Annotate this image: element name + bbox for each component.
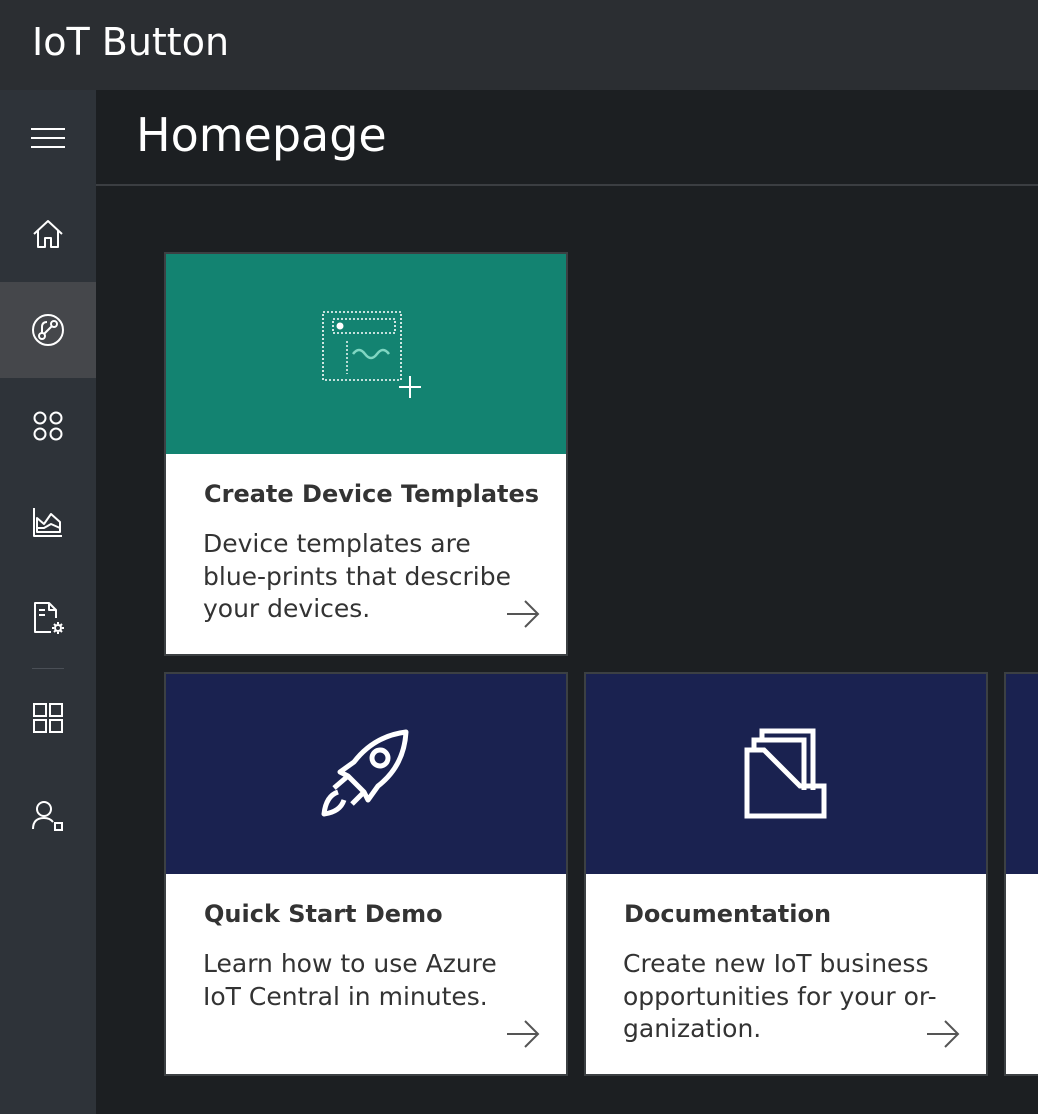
tile-title: Quick Start Demo xyxy=(204,900,443,928)
tile-description: Learn how to use Azure IoT Central in mi… xyxy=(203,949,497,1011)
sidebar-divider xyxy=(32,668,64,669)
tile-banner xyxy=(166,674,566,874)
tile-description: Create new IoT business opportunities fo… xyxy=(623,949,937,1043)
main-content: Homepage Create Device Templates Device … xyxy=(96,90,1038,1114)
tile-title: Documentation xyxy=(624,900,832,928)
tile-banner xyxy=(586,674,986,874)
nav-analytics[interactable] xyxy=(0,474,96,570)
tile-partial[interactable] xyxy=(1004,672,1038,1076)
tile-description: Device templates are blue-prints that de… xyxy=(203,529,511,623)
tile-quick-start-demo[interactable]: Quick Start Demo Learn how to use Azure … xyxy=(164,672,568,1076)
page-title: Homepage xyxy=(136,108,387,162)
tile-banner xyxy=(166,254,566,454)
documents-icon xyxy=(744,728,827,819)
tile-documentation[interactable]: Documentation Create new IoT business op… xyxy=(584,672,988,1076)
tile-title: Create Device Templates xyxy=(204,480,540,508)
device-template-icon xyxy=(322,311,421,398)
analytics-icon xyxy=(33,508,62,537)
nav-device-sets[interactable] xyxy=(0,378,96,474)
rocket-icon xyxy=(321,729,409,817)
device-sets-icon xyxy=(33,411,63,441)
top-bar: IoT Button xyxy=(0,0,1038,90)
device-explorer-icon xyxy=(32,314,64,346)
nav-jobs[interactable] xyxy=(0,570,96,666)
nav-administration[interactable] xyxy=(0,768,96,864)
jobs-icon xyxy=(34,602,64,634)
hamburger-menu-button[interactable] xyxy=(0,90,96,186)
nav-home[interactable] xyxy=(0,186,96,282)
tile-create-device-templates[interactable]: Create Device Templates Device templates… xyxy=(164,252,568,656)
arrow-right-icon[interactable] xyxy=(506,1020,540,1048)
administration-icon xyxy=(32,801,63,831)
sidebar xyxy=(0,90,96,1114)
page-header: Homepage xyxy=(96,90,1038,186)
tile-banner xyxy=(1006,674,1038,874)
arrow-right-icon[interactable] xyxy=(926,1020,960,1048)
app-builder-icon xyxy=(33,703,63,733)
arrow-right-icon[interactable] xyxy=(506,600,540,628)
app-title: IoT Button xyxy=(32,20,230,64)
nav-device-explorer[interactable] xyxy=(0,282,96,378)
home-icon xyxy=(33,220,63,248)
hamburger-menu-icon xyxy=(31,128,65,148)
nav-app-builder[interactable] xyxy=(0,670,96,766)
